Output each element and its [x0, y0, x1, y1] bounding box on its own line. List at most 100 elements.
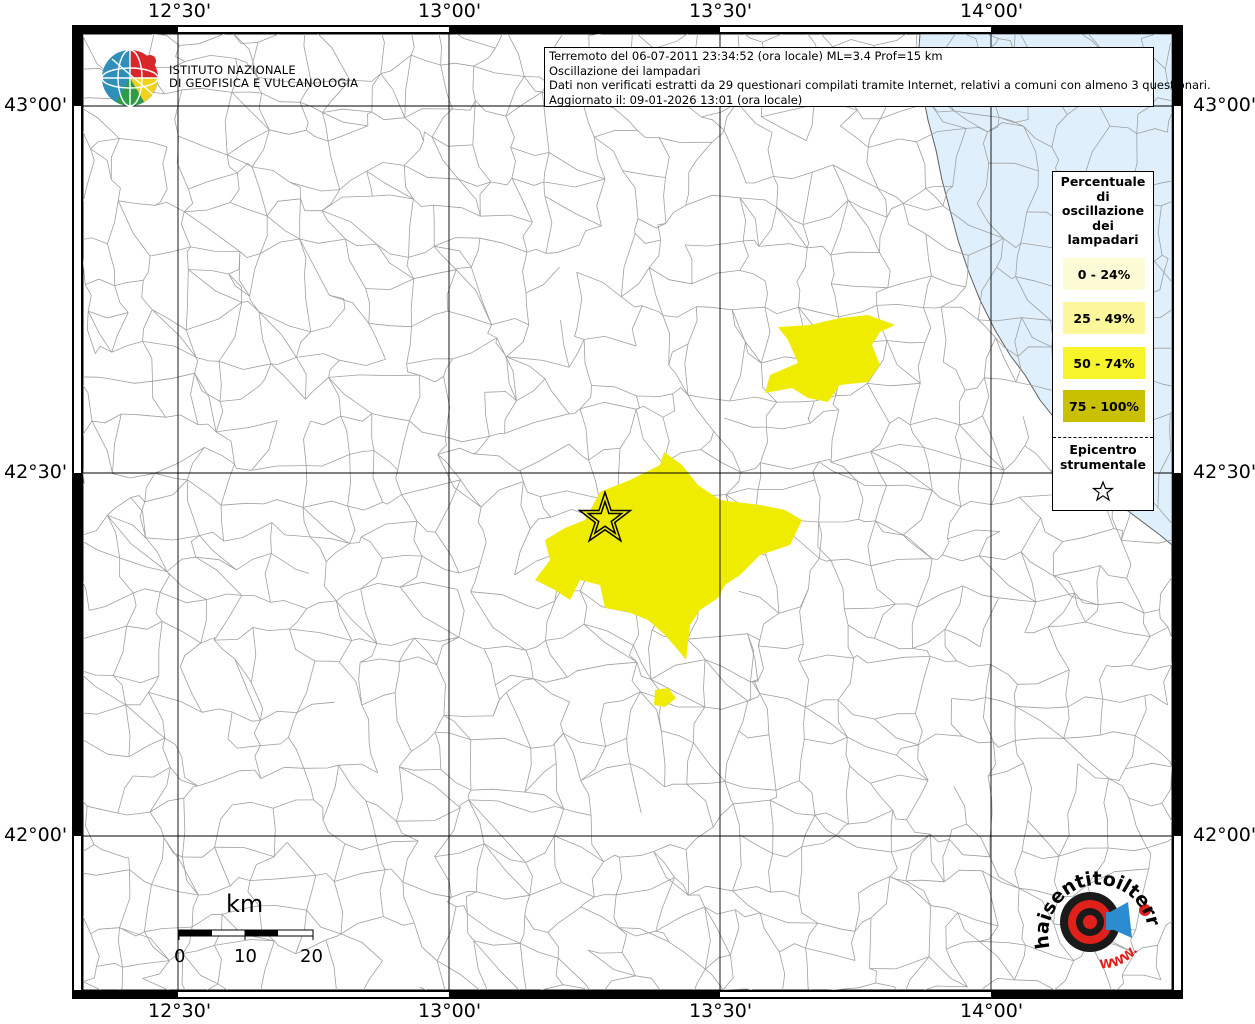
municipal-border-segment — [234, 463, 252, 471]
municipal-border-segment — [472, 66, 476, 101]
municipal-border-segment — [266, 215, 300, 240]
municipal-border-segment — [83, 739, 129, 758]
municipal-border-segment — [237, 162, 253, 174]
municipal-border-segment — [530, 733, 564, 749]
municipal-border-segment — [399, 586, 459, 638]
municipal-border-segment — [594, 894, 617, 898]
municipal-border-segment — [382, 494, 402, 505]
municipal-border-segment — [516, 378, 546, 402]
municipal-border-segment — [870, 876, 891, 919]
municipal-border-segment — [518, 443, 570, 472]
municipal-border-segment — [299, 238, 330, 296]
municipal-border-segment — [473, 940, 521, 946]
municipal-border-segment — [857, 109, 881, 120]
municipal-border-segment — [145, 535, 200, 541]
municipal-border-segment — [166, 571, 207, 600]
municipal-border-segment — [866, 383, 890, 424]
municipal-border-segment — [119, 557, 168, 572]
municipal-border-segment — [775, 780, 800, 791]
municipal-border-segment — [126, 592, 137, 627]
municipal-border-segment — [1013, 684, 1018, 707]
municipal-border-segment — [408, 245, 435, 258]
municipal-border-segment — [524, 915, 548, 933]
municipal-border-segment — [159, 571, 171, 593]
municipal-border-segment — [187, 479, 222, 506]
municipal-border-segment — [525, 835, 555, 863]
municipal-border-segment — [490, 177, 513, 186]
legend-class-25-49: 25 - 49% — [1063, 302, 1145, 334]
municipal-border-segment — [776, 206, 808, 249]
municipal-border-segment — [991, 470, 1005, 505]
municipal-border-segment — [409, 420, 446, 438]
municipal-border-segment — [476, 891, 530, 900]
municipal-border-segment — [1023, 762, 1032, 821]
municipal-border-segment — [635, 975, 661, 990]
municipal-border-segment — [274, 940, 296, 955]
municipal-border-segment — [768, 734, 777, 791]
municipal-border-segment — [458, 178, 481, 217]
municipal-border-segment — [327, 125, 368, 142]
municipal-border-segment — [470, 737, 531, 749]
municipal-border-segment — [685, 194, 740, 206]
municipal-border-segment — [492, 684, 500, 717]
municipal-border-segment — [299, 238, 346, 244]
municipal-border-segment — [947, 506, 962, 539]
municipal-border-segment — [96, 962, 123, 968]
municipal-border-segment — [1063, 738, 1109, 779]
municipal-border-segment — [653, 851, 689, 896]
municipal-border-segment — [215, 401, 224, 433]
title-line-earthquake: Terremoto del 06-07-2011 23:34:52 (ora l… — [549, 49, 943, 63]
municipal-border-segment — [484, 392, 490, 437]
municipal-border-segment — [946, 940, 980, 950]
municipal-border-segment — [89, 148, 95, 176]
municipal-border-segment — [648, 267, 692, 285]
municipal-border-segment — [526, 600, 556, 610]
municipal-border-segment — [339, 358, 386, 366]
municipal-border-segment — [406, 363, 420, 376]
municipal-border-segment — [365, 800, 378, 846]
municipal-border-segment — [569, 408, 581, 415]
municipal-border-segment — [289, 608, 308, 630]
municipal-border-segment — [460, 479, 482, 508]
municipal-border-segment — [228, 251, 241, 275]
municipal-border-segment — [959, 415, 983, 426]
municipal-border-segment — [360, 520, 418, 538]
municipal-border-segment — [545, 600, 556, 641]
legend-title-line: di — [1096, 188, 1110, 204]
municipal-border-segment — [436, 664, 446, 716]
municipal-border-segment — [724, 417, 767, 428]
municipal-border-segment — [142, 309, 153, 342]
municipal-border-segment — [648, 629, 653, 680]
municipal-border-segment — [458, 636, 485, 650]
municipal-border-segment — [525, 862, 533, 896]
municipal-border-segment — [687, 394, 730, 402]
municipal-border-segment — [236, 553, 272, 571]
municipal-border-segment — [732, 803, 741, 835]
municipal-border-segment — [475, 100, 506, 117]
municipal-border-segment — [947, 529, 1000, 540]
municipal-border-segment — [519, 915, 526, 944]
municipal-border-segment — [252, 627, 290, 632]
municipal-border-segment — [942, 839, 950, 882]
municipal-border-segment — [835, 383, 868, 397]
municipal-border-segment — [580, 906, 619, 928]
municipal-border-segment — [685, 240, 744, 247]
municipal-border-segment — [377, 845, 386, 870]
municipal-border-segment — [85, 806, 95, 845]
municipal-border-segment — [125, 692, 149, 706]
municipal-border-segment — [522, 222, 533, 253]
municipal-border-segment — [579, 401, 637, 410]
municipal-border-segment — [367, 111, 373, 126]
municipal-border-segment — [495, 674, 534, 686]
municipal-border-segment — [768, 853, 773, 893]
municipal-border-segment — [875, 485, 887, 522]
municipal-border-segment — [110, 138, 120, 180]
municipal-border-segment — [580, 896, 595, 908]
municipal-border-segment — [941, 306, 979, 321]
municipal-border-segment — [396, 766, 404, 822]
municipal-border-segment — [956, 660, 991, 668]
municipal-border-segment — [85, 278, 115, 287]
municipal-border-segment — [296, 331, 311, 358]
municipal-border-segment — [468, 799, 526, 863]
municipal-border-segment — [696, 306, 733, 311]
